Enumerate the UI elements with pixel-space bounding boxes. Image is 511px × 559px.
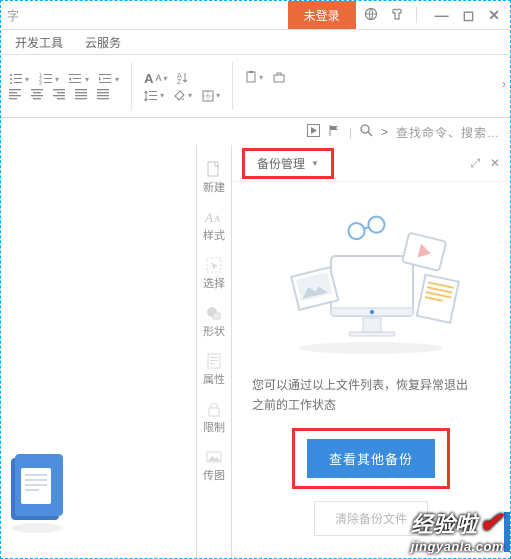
chevron-down-icon: ▼ (311, 159, 319, 168)
browser-icon[interactable] (364, 7, 378, 24)
numbering-button[interactable]: 123▾ (39, 73, 59, 85)
borders-button[interactable]: ▾ (202, 90, 220, 102)
rail-property-label: 属性 (203, 371, 225, 387)
menu-cloud[interactable]: 云服务 (85, 34, 121, 51)
backup-manage-button[interactable]: 备份管理 ▼ (242, 148, 334, 179)
line-spacing-button[interactable]: ▾ (144, 90, 164, 102)
align-right-button[interactable] (53, 89, 65, 99)
font-size-button[interactable]: AA▾ (144, 71, 167, 86)
align-justify-button[interactable] (75, 89, 87, 99)
side-rail: 新建 AA 样式 选择 形状 属性 限制 (197, 145, 232, 558)
shading-button[interactable]: ▾ (174, 90, 192, 102)
rail-new-label: 新建 (203, 179, 225, 195)
titlebar-divider (416, 7, 417, 23)
maximize-icon[interactable]: ◻ (463, 7, 475, 24)
minimize-icon[interactable]: — (435, 7, 449, 24)
rail-legend-label: 传图 (203, 467, 225, 483)
rail-select[interactable]: 选择 (203, 257, 225, 291)
panel-close-icon[interactable]: ✕ (490, 156, 500, 171)
folder-icon (7, 448, 71, 538)
rail-legend[interactable]: 传图 (203, 449, 225, 483)
cmd-play-icon[interactable] (307, 124, 320, 140)
align-left-button[interactable] (9, 89, 21, 99)
panel-expand-icon[interactable]: ⤢ (470, 156, 480, 171)
backup-message-line2: 之前的工作状态 (252, 395, 490, 415)
backup-message-line1: 您可以通过以上文件列表，恢复异常退出 (252, 375, 490, 395)
indent-increase-button[interactable]: ▾ (99, 73, 119, 85)
ribbon-divider (232, 62, 233, 110)
rail-style[interactable]: AA 样式 (203, 209, 225, 243)
rail-new[interactable]: 新建 (203, 161, 225, 195)
login-status-badge[interactable]: 未登录 (288, 1, 356, 29)
align-center-button[interactable] (31, 89, 43, 99)
cmd-separator: | (349, 125, 352, 139)
cmd-flag-icon[interactable] (328, 124, 341, 140)
backup-panel: 备份管理 ▼ ⤢ ✕ (232, 145, 510, 558)
svg-text:Z: Z (177, 79, 182, 86)
indent-decrease-button[interactable]: ▾ (69, 73, 89, 85)
command-search-input[interactable]: 查找命令、搜索… (396, 124, 500, 141)
skin-icon[interactable] (390, 7, 404, 24)
rail-property[interactable]: 属性 (203, 353, 225, 387)
svg-text:A: A (204, 210, 213, 225)
clipboard-button[interactable]: ▾ (245, 71, 263, 83)
backup-manage-label: 备份管理 (257, 155, 305, 172)
clear-backups-button[interactable]: 清除备份文件 (314, 501, 428, 536)
ribbon-expand-icon[interactable]: › (502, 77, 506, 91)
rail-shape-label: 形状 (203, 323, 225, 339)
rail-shape[interactable]: 形状 (203, 305, 225, 339)
document-area[interactable] (1, 145, 197, 558)
search-prefix: > (381, 125, 388, 139)
scroll-indicator[interactable] (504, 512, 510, 552)
view-other-backups-button[interactable]: 查看其他备份 (307, 439, 435, 478)
svg-text:A: A (214, 214, 221, 224)
align-distribute-button[interactable] (97, 89, 109, 99)
app-title-fragment: 字 (1, 7, 19, 24)
rail-restrict[interactable]: 限制 (203, 401, 225, 435)
backup-illustration (271, 206, 471, 359)
bullets-button[interactable]: ▾ (9, 73, 29, 85)
svg-text:3: 3 (39, 81, 42, 87)
menu-dev-tools[interactable]: 开发工具 (15, 34, 63, 51)
search-icon[interactable] (360, 124, 373, 140)
rail-style-label: 样式 (203, 227, 225, 243)
rail-restrict-label: 限制 (203, 419, 225, 435)
close-icon[interactable]: ✕ (488, 7, 500, 24)
toolbox-button[interactable] (273, 71, 285, 83)
rail-select-label: 选择 (203, 275, 225, 291)
primary-callout: 查看其他备份 (292, 428, 450, 489)
ribbon-divider (131, 62, 132, 110)
sort-button[interactable]: AZ (177, 72, 188, 84)
